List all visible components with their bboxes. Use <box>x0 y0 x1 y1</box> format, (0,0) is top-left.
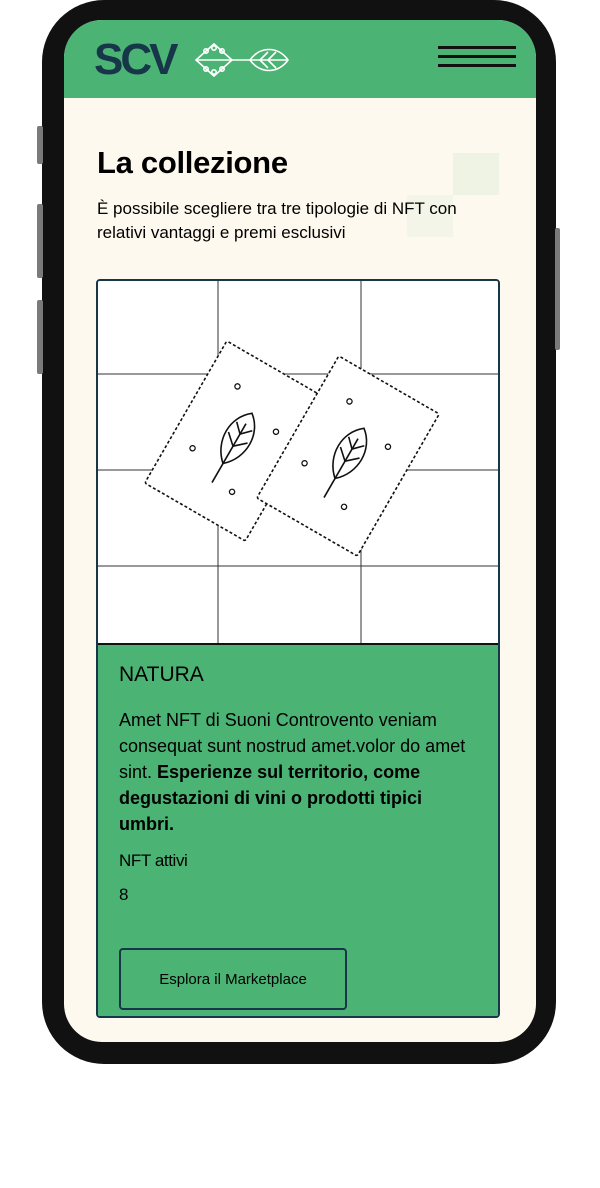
nft-active-count: 8 <box>119 885 129 904</box>
illustration-grid-svg <box>98 281 498 643</box>
nft-collection-card: NATURA Amet NFT di Suoni Controvento ven… <box>96 279 500 1018</box>
logo[interactable]: SCV <box>94 36 294 84</box>
phone-power-button <box>555 228 560 350</box>
card-title: NATURA <box>119 663 204 686</box>
page-subtitle: È possibile scegliere tra tre tipologie … <box>97 199 457 242</box>
app-header: SCV <box>64 20 536 98</box>
hamburger-menu-icon[interactable] <box>438 44 516 68</box>
card-body: NATURA Amet NFT di Suoni Controvento ven… <box>98 645 498 1016</box>
phone-volume-down-button <box>37 300 43 374</box>
leaf-circuit-logo-icon <box>194 42 289 78</box>
phone-mute-button <box>37 126 43 164</box>
logo-text: SCV <box>94 35 179 84</box>
screen: SCV La collezione È possibile scegliere … <box>64 20 536 1042</box>
card-description: Amet NFT di Suoni Controvento veniam con… <box>119 707 479 837</box>
stamp-leaf-illustration <box>98 281 498 645</box>
phone-volume-up-button <box>37 204 43 278</box>
decorative-square <box>453 153 499 195</box>
page-title: La collezione <box>97 145 288 180</box>
card-description-bold: Esperienze sul territorio, come degustaz… <box>119 762 422 834</box>
nft-active-label: NFT attivi <box>119 851 188 870</box>
explore-marketplace-button[interactable]: Esplora il Marketplace <box>119 948 347 1010</box>
